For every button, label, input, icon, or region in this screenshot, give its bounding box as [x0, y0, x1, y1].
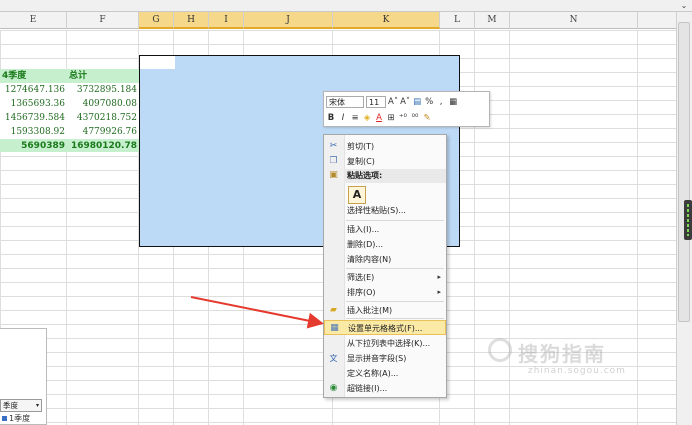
- menu-item-sort[interactable]: 排序(O) ▸: [324, 285, 446, 300]
- menu-item-copy[interactable]: ❐ 复制(C): [324, 154, 446, 169]
- column-header-f[interactable]: F: [67, 12, 139, 29]
- menu-item-pick-from-list[interactable]: 从下拉列表中选择(K)...: [324, 336, 446, 351]
- scissors-icon: ✂: [329, 141, 338, 151]
- table-cell[interactable]: 4779926.76: [67, 125, 139, 139]
- menu-item-format-cells[interactable]: ▦ 设置单元格格式(F)...: [324, 320, 446, 335]
- menu-item-filter[interactable]: 筛选(E) ▸: [324, 270, 446, 285]
- watermark-logo-icon: [488, 338, 512, 362]
- percent-button[interactable]: %: [424, 96, 434, 108]
- grid-column-line: [474, 30, 475, 425]
- menu-item-phonetic[interactable]: 文 显示拼音字段(S): [324, 351, 446, 366]
- align-center-icon[interactable]: ≡: [350, 112, 360, 124]
- total-cell-q4[interactable]: 5690389: [0, 139, 67, 153]
- submenu-arrow-icon: ▸: [437, 273, 441, 281]
- globe-link-icon: ◉: [329, 383, 338, 393]
- column-header-row: EFGHIJKLMN: [0, 12, 676, 29]
- increase-decimal-icon[interactable]: ⁺⁰: [398, 112, 408, 124]
- table-cell[interactable]: 4097080.08: [67, 97, 139, 111]
- font-name-box[interactable]: 宋体: [326, 95, 364, 108]
- watermark-url: zhinan.sogou.com: [528, 366, 626, 376]
- paste-options-header: 粘贴选项:: [344, 169, 446, 183]
- column-header-e[interactable]: E: [0, 12, 67, 29]
- watermark-text: 搜狗指南: [518, 342, 606, 366]
- scrollbar-thumb[interactable]: [678, 22, 690, 322]
- title-strip: [0, 0, 692, 12]
- format-painter-icon[interactable]: ✎: [422, 112, 432, 124]
- italic-button[interactable]: I: [338, 112, 348, 124]
- column-header-l[interactable]: L: [440, 12, 475, 29]
- column-header-i[interactable]: I: [209, 12, 244, 29]
- menu-item-insert-comment[interactable]: ▰ 插入批注(M): [324, 303, 446, 318]
- square-bullet-icon: [2, 416, 7, 421]
- copy-icon: ❐: [329, 156, 338, 166]
- header-cell-total[interactable]: 总计: [67, 69, 139, 83]
- table-cell[interactable]: 3732895.184: [67, 83, 139, 97]
- column-header-n[interactable]: N: [510, 12, 638, 29]
- mini-toolbar: 宋体 11 A˄ A˅ ▤ % , ▦ B I ≡ ◈ A ⊞ ⁺⁰ ⁰⁰ ✎: [323, 91, 490, 127]
- column-header-k[interactable]: K: [333, 12, 440, 29]
- side-widget-icon[interactable]: [684, 200, 692, 240]
- menu-item-define-name[interactable]: 定义名称(A)...: [324, 366, 446, 381]
- comma-button[interactable]: ,: [436, 96, 446, 108]
- fill-color-icon[interactable]: ◈: [362, 112, 372, 124]
- column-header-g[interactable]: G: [139, 12, 174, 29]
- table-cell[interactable]: 1593308.92: [0, 125, 67, 139]
- cell-style-icon[interactable]: ▤: [412, 96, 422, 108]
- paste-values-icon[interactable]: A: [348, 186, 366, 204]
- menu-separator: [346, 268, 444, 269]
- font-size-box[interactable]: 11: [366, 95, 386, 108]
- menu-separator: [346, 301, 444, 302]
- grid-column-line: [637, 30, 638, 425]
- column-header-h[interactable]: H: [174, 12, 209, 29]
- menu-item-cut[interactable]: ✂ 剪切(T): [324, 139, 446, 154]
- font-color-icon[interactable]: A: [374, 112, 384, 124]
- scroll-up-arrow-icon[interactable]: ⌄: [676, 0, 692, 12]
- header-cell-q4[interactable]: 4季度: [0, 69, 67, 83]
- clipboard-icon: ▣: [329, 170, 338, 180]
- phonetic-icon: 文: [329, 354, 338, 363]
- column-header-j[interactable]: J: [244, 12, 333, 29]
- context-menu: ✂ 剪切(T) ❐ 复制(C) ▣ 粘贴选项: A 选择性粘贴(S)... 插入…: [323, 134, 447, 398]
- active-cell[interactable]: [140, 56, 175, 69]
- bold-button[interactable]: B: [326, 112, 336, 124]
- grid-column-line: [509, 30, 510, 425]
- menu-item-clear[interactable]: 清除内容(N): [324, 252, 446, 267]
- menu-item-hyperlink[interactable]: ◉ 超链接(I)...: [324, 381, 446, 396]
- submenu-arrow-icon: ▸: [437, 288, 441, 296]
- menu-item-paste-special[interactable]: 选择性粘贴(S)...: [324, 203, 446, 218]
- border-icon[interactable]: ⊞: [386, 112, 396, 124]
- column-header-m[interactable]: M: [475, 12, 510, 29]
- format-cells-icon: ▦: [330, 323, 339, 333]
- pivot-item[interactable]: 1季度: [2, 413, 30, 424]
- table-cell[interactable]: 1365693.36: [0, 97, 67, 111]
- shrink-font-button[interactable]: A˅: [400, 96, 410, 108]
- format-icon[interactable]: ▦: [448, 96, 458, 108]
- menu-item-insert[interactable]: 插入(I)...: [324, 222, 446, 237]
- menu-separator: [346, 318, 444, 319]
- pivot-filter-dropdown[interactable]: 季度 ▾: [0, 399, 42, 412]
- table-cell[interactable]: 1274647.136: [0, 83, 67, 97]
- grow-font-button[interactable]: A˄: [388, 96, 398, 108]
- dropdown-arrow-icon: ▾: [35, 402, 39, 409]
- table-cell[interactable]: 4370218.752: [67, 111, 139, 125]
- total-cell-sum[interactable]: 16980120.78: [67, 139, 139, 153]
- decrease-decimal-icon[interactable]: ⁰⁰: [410, 112, 420, 124]
- table-cell[interactable]: 1456739.584: [0, 111, 67, 125]
- menu-item-delete[interactable]: 删除(D)...: [324, 237, 446, 252]
- menu-separator: [346, 220, 444, 221]
- annotation-arrow-icon: [190, 296, 324, 329]
